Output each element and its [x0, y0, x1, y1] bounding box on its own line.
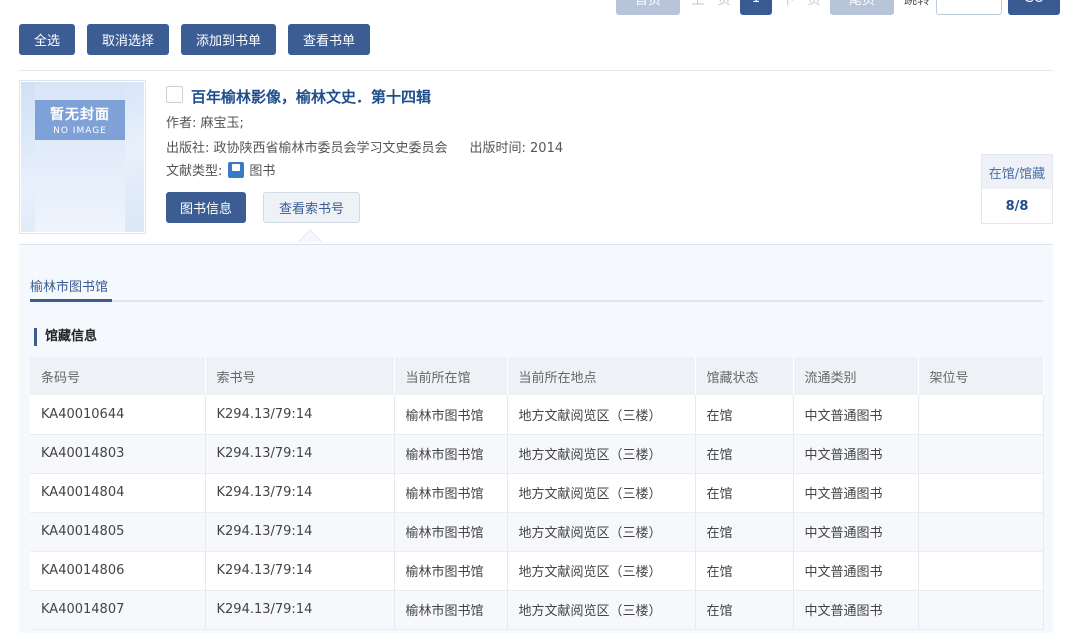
barcode-cell: KA40014803	[30, 434, 206, 474]
col-shelf-number: 架位号	[918, 357, 1044, 395]
barcode-cell: KA40014804	[30, 473, 206, 513]
view-call-number-button[interactable]: 查看索书号	[263, 192, 361, 223]
barcode-cell: KA40014807	[30, 590, 206, 630]
barcode-cell: KA40014806	[30, 551, 206, 591]
shelf-cell	[918, 590, 1044, 630]
toolbar: 全选 取消选择 添加到书单 查看书单	[19, 24, 371, 55]
call-number-cell: K294.13/79:14	[205, 512, 395, 552]
status-cell: 在馆	[695, 551, 794, 591]
tab-library[interactable]: 榆林市图书馆	[30, 276, 108, 295]
holdings-count: 8/8	[1005, 198, 1029, 214]
no-cover-placeholder: 暂无封面 NO IMAGE	[35, 100, 125, 140]
book-publication: 出版社: 政协陕西省榆林市委员会学习文史委员会 出版时间: 2014	[166, 137, 563, 156]
go-button[interactable]: GO	[1008, 0, 1061, 15]
status-cell: 在馆	[695, 512, 794, 552]
shelf-cell	[918, 473, 1044, 513]
shelf-cell	[918, 551, 1044, 591]
prev-page-button[interactable]: 上一页	[688, 0, 734, 15]
library-cell: 榆林市图书馆	[394, 473, 508, 513]
book-select-checkbox[interactable]	[166, 86, 183, 103]
doc-type-label: 文献类型:	[166, 164, 223, 179]
status-cell: 在馆	[695, 473, 794, 513]
circulation-cell: 中文普通图书	[793, 512, 919, 552]
circulation-cell: 中文普通图书	[793, 473, 919, 513]
book-publisher: 出版社: 政协陕西省榆林市委员会学习文史委员会	[166, 141, 448, 156]
book-info-button[interactable]: 图书信息	[166, 192, 247, 223]
panel-pointer	[298, 229, 322, 242]
add-to-booklist-button[interactable]: 添加到书单	[181, 24, 277, 55]
table-row: KA40014804 K294.13/79:14 榆林市图书馆 地方文献阅览区（三楼）…	[30, 473, 1044, 513]
tab-underline	[30, 300, 1043, 302]
library-cell: 榆林市图书馆	[394, 551, 508, 591]
book-title[interactable]: 百年榆林影像，榆林文史．第十四辑	[191, 86, 431, 107]
library-cell: 榆林市图书馆	[394, 434, 508, 474]
col-call-number: 索书号	[205, 357, 395, 395]
holdings-label: 在馆/馆藏	[982, 155, 1052, 189]
shelf-cell	[918, 434, 1044, 474]
shelf-cell	[918, 512, 1044, 552]
barcode-cell: KA40014805	[30, 512, 206, 552]
holdings-rows: KA40010644 K294.13/79:14 榆林市图书馆 地方文献阅览区（三楼）…	[30, 395, 1044, 630]
current-page-button[interactable]: 1	[740, 0, 772, 15]
book-author: 作者: 麻宝玉;	[166, 116, 244, 131]
jump-page-input[interactable]	[936, 0, 1003, 15]
col-status: 馆藏状态	[695, 357, 794, 395]
col-current-library: 当前所在馆	[394, 357, 508, 395]
call-number-cell: K294.13/79:14	[205, 473, 395, 513]
status-cell: 在馆	[695, 434, 794, 474]
table-row: KA40014803 K294.13/79:14 榆林市图书馆 地方文献阅览区（三楼）…	[30, 434, 1044, 474]
circulation-cell: 中文普通图书	[793, 590, 919, 630]
holdings-table: 条码号 索书号 当前所在馆 当前所在地点 馆藏状态 流通类别 架位号 KA400…	[30, 357, 1044, 630]
col-current-location: 当前所在地点	[507, 357, 696, 395]
location-cell: 地方文献阅览区（三楼）	[507, 590, 696, 630]
call-number-cell: K294.13/79:14	[205, 551, 395, 591]
status-cell: 在馆	[695, 395, 794, 435]
location-cell: 地方文献阅览区（三楼）	[507, 395, 696, 435]
call-number-cell: K294.13/79:14	[205, 395, 395, 435]
call-number-cell: K294.13/79:14	[205, 434, 395, 474]
last-page-button[interactable]: 尾页	[830, 0, 894, 15]
location-cell: 地方文献阅览区（三楼）	[507, 551, 696, 591]
library-cell: 榆林市图书馆	[394, 590, 508, 630]
call-number-cell: K294.13/79:14	[205, 590, 395, 630]
location-cell: 地方文献阅览区（三楼）	[507, 512, 696, 552]
divider	[19, 70, 1053, 71]
table-row: KA40014805 K294.13/79:14 榆林市图书馆 地方文献阅览区（三楼）…	[30, 512, 1044, 552]
doc-type-value: 图书	[249, 164, 276, 179]
circulation-cell: 中文普通图书	[793, 434, 919, 474]
location-cell: 地方文献阅览区（三楼）	[507, 434, 696, 474]
holdings-summary: 在馆/馆藏 8/8	[981, 154, 1053, 224]
circulation-cell: 中文普通图书	[793, 395, 919, 435]
first-page-button[interactable]: 首页	[616, 0, 680, 15]
holdings-section-title: 馆藏信息	[34, 328, 97, 346]
view-booklist-button[interactable]: 查看书单	[288, 24, 371, 55]
no-cover-text: 暂无封面	[50, 107, 110, 123]
table-row: KA40014807 K294.13/79:14 榆林市图书馆 地方文献阅览区（三楼）…	[30, 590, 1044, 630]
book-pub-time: 出版时间: 2014	[469, 141, 564, 156]
barcode-cell: KA40010644	[30, 395, 206, 435]
table-row: KA40014806 K294.13/79:14 榆林市图书馆 地方文献阅览区（三楼）…	[30, 551, 1044, 591]
status-cell: 在馆	[695, 590, 794, 630]
shelf-cell	[918, 395, 1044, 435]
location-cell: 地方文献阅览区（三楼）	[507, 473, 696, 513]
no-image-text: NO IMAGE	[53, 126, 107, 136]
select-all-button[interactable]: 全选	[19, 24, 76, 55]
table-row: KA40010644 K294.13/79:14 榆林市图书馆 地方文献阅览区（三楼）…	[30, 395, 1044, 435]
jump-label: 跳转	[904, 0, 931, 8]
circulation-cell: 中文普通图书	[793, 551, 919, 591]
book-icon	[228, 161, 245, 178]
book-doc-type: 文献类型: 图书	[166, 160, 275, 179]
library-cell: 榆林市图书馆	[394, 512, 508, 552]
book-cover[interactable]: 暂无封面 NO IMAGE	[19, 80, 146, 234]
library-cell: 榆林市图书馆	[394, 395, 508, 435]
pagination: 首页 上一页 1 下一页 尾页 跳转 GO	[610, 0, 1061, 16]
col-barcode: 条码号	[30, 357, 206, 395]
tab-active-indicator	[30, 299, 112, 302]
cancel-selection-button[interactable]: 取消选择	[87, 24, 170, 55]
table-header-row: 条码号 索书号 当前所在馆 当前所在地点 馆藏状态 流通类别 架位号	[30, 357, 1044, 395]
col-circulation-type: 流通类别	[793, 357, 919, 395]
next-page-button[interactable]: 下一页	[778, 0, 824, 15]
